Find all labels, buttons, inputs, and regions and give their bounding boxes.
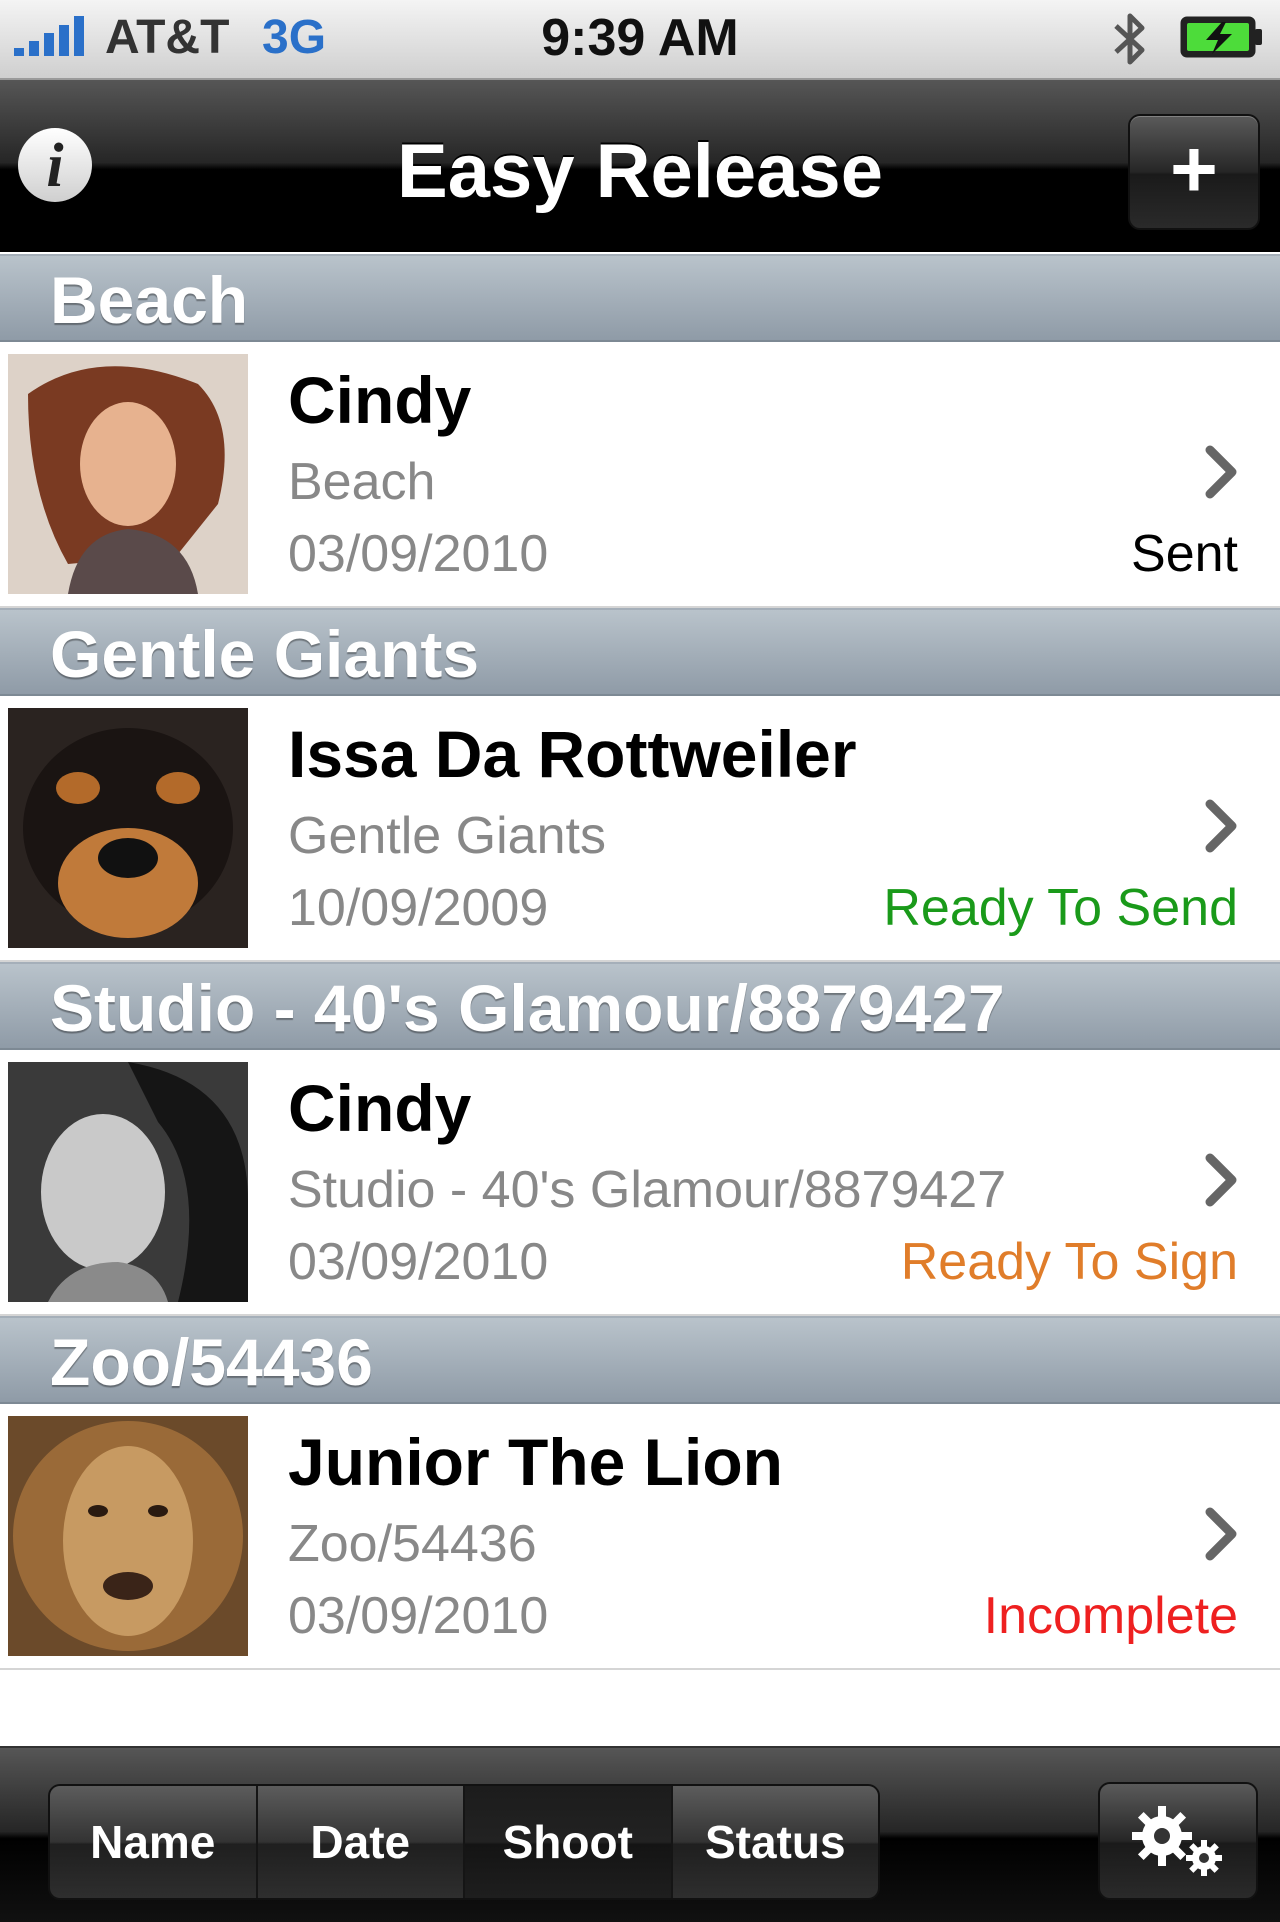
release-name: Cindy bbox=[288, 363, 472, 437]
release-date: 03/09/2010 bbox=[288, 1233, 549, 1291]
chevron-right-icon bbox=[1205, 445, 1237, 499]
sort-date-segment[interactable]: Date bbox=[257, 1786, 465, 1898]
release-name: Junior The Lion bbox=[288, 1425, 783, 1499]
navigation-bar: i Easy Release + bbox=[0, 80, 1280, 252]
dog-photo bbox=[8, 708, 248, 948]
chevron-right-icon bbox=[1205, 1507, 1237, 1561]
settings-button[interactable] bbox=[1098, 1782, 1258, 1900]
chevron-right-icon bbox=[1205, 1153, 1237, 1207]
status-time: 9:39 AM bbox=[541, 9, 739, 67]
release-date: 03/09/2010 bbox=[288, 1587, 549, 1645]
release-shoot: Zoo/54436 bbox=[288, 1515, 537, 1573]
release-date: 10/09/2009 bbox=[288, 879, 549, 937]
lion-photo bbox=[8, 1416, 248, 1656]
release-date: 03/09/2010 bbox=[288, 525, 549, 583]
status-bar: AT&T 3G 9:39 AM bbox=[0, 0, 1280, 80]
status-label: Ready To Sign bbox=[900, 1233, 1238, 1291]
status-label: Sent bbox=[1131, 525, 1238, 583]
gears-icon bbox=[1132, 1806, 1222, 1876]
release-shoot: Studio - 40's Glamour/8879427 bbox=[288, 1161, 1007, 1219]
portrait-photo bbox=[8, 1062, 248, 1302]
status-label: Ready To Send bbox=[883, 879, 1238, 937]
section-header: Beach bbox=[0, 254, 1280, 342]
bluetooth-icon bbox=[1114, 13, 1145, 65]
sort-segmented-control: Name Date Shoot Status bbox=[48, 1784, 880, 1900]
release-name: Issa Da Rottweiler bbox=[288, 717, 857, 791]
sort-status-segment[interactable]: Status bbox=[672, 1786, 878, 1898]
section-header: Zoo/54436 bbox=[0, 1316, 1280, 1404]
sort-shoot-segment[interactable]: Shoot bbox=[465, 1786, 673, 1898]
portrait-photo bbox=[8, 354, 248, 594]
status-label: Incomplete bbox=[983, 1587, 1238, 1645]
chevron-right-icon bbox=[1205, 799, 1237, 853]
section-header: Gentle Giants bbox=[0, 608, 1280, 696]
list-item[interactable]: Cindy Studio - 40's Glamour/8879427 03/0… bbox=[0, 1052, 1280, 1316]
battery-charging-icon bbox=[1180, 16, 1262, 58]
release-name: Cindy bbox=[288, 1071, 472, 1145]
release-shoot: Gentle Giants bbox=[288, 807, 606, 865]
add-release-button[interactable]: + bbox=[1128, 114, 1260, 230]
list-item[interactable]: Issa Da Rottweiler Gentle Giants 10/09/2… bbox=[0, 698, 1280, 962]
release-shoot: Beach bbox=[288, 453, 436, 511]
section-header: Studio - 40's Glamour/8879427 bbox=[0, 962, 1280, 1050]
bottom-toolbar: Name Date Shoot Status bbox=[0, 1746, 1280, 1922]
list-item[interactable]: Junior The Lion Zoo/54436 03/09/2010 Inc… bbox=[0, 1406, 1280, 1670]
list-item[interactable]: Cindy Beach 03/09/2010 Sent bbox=[0, 344, 1280, 608]
sort-name-segment[interactable]: Name bbox=[50, 1786, 258, 1898]
page-title: Easy Release bbox=[397, 129, 883, 214]
